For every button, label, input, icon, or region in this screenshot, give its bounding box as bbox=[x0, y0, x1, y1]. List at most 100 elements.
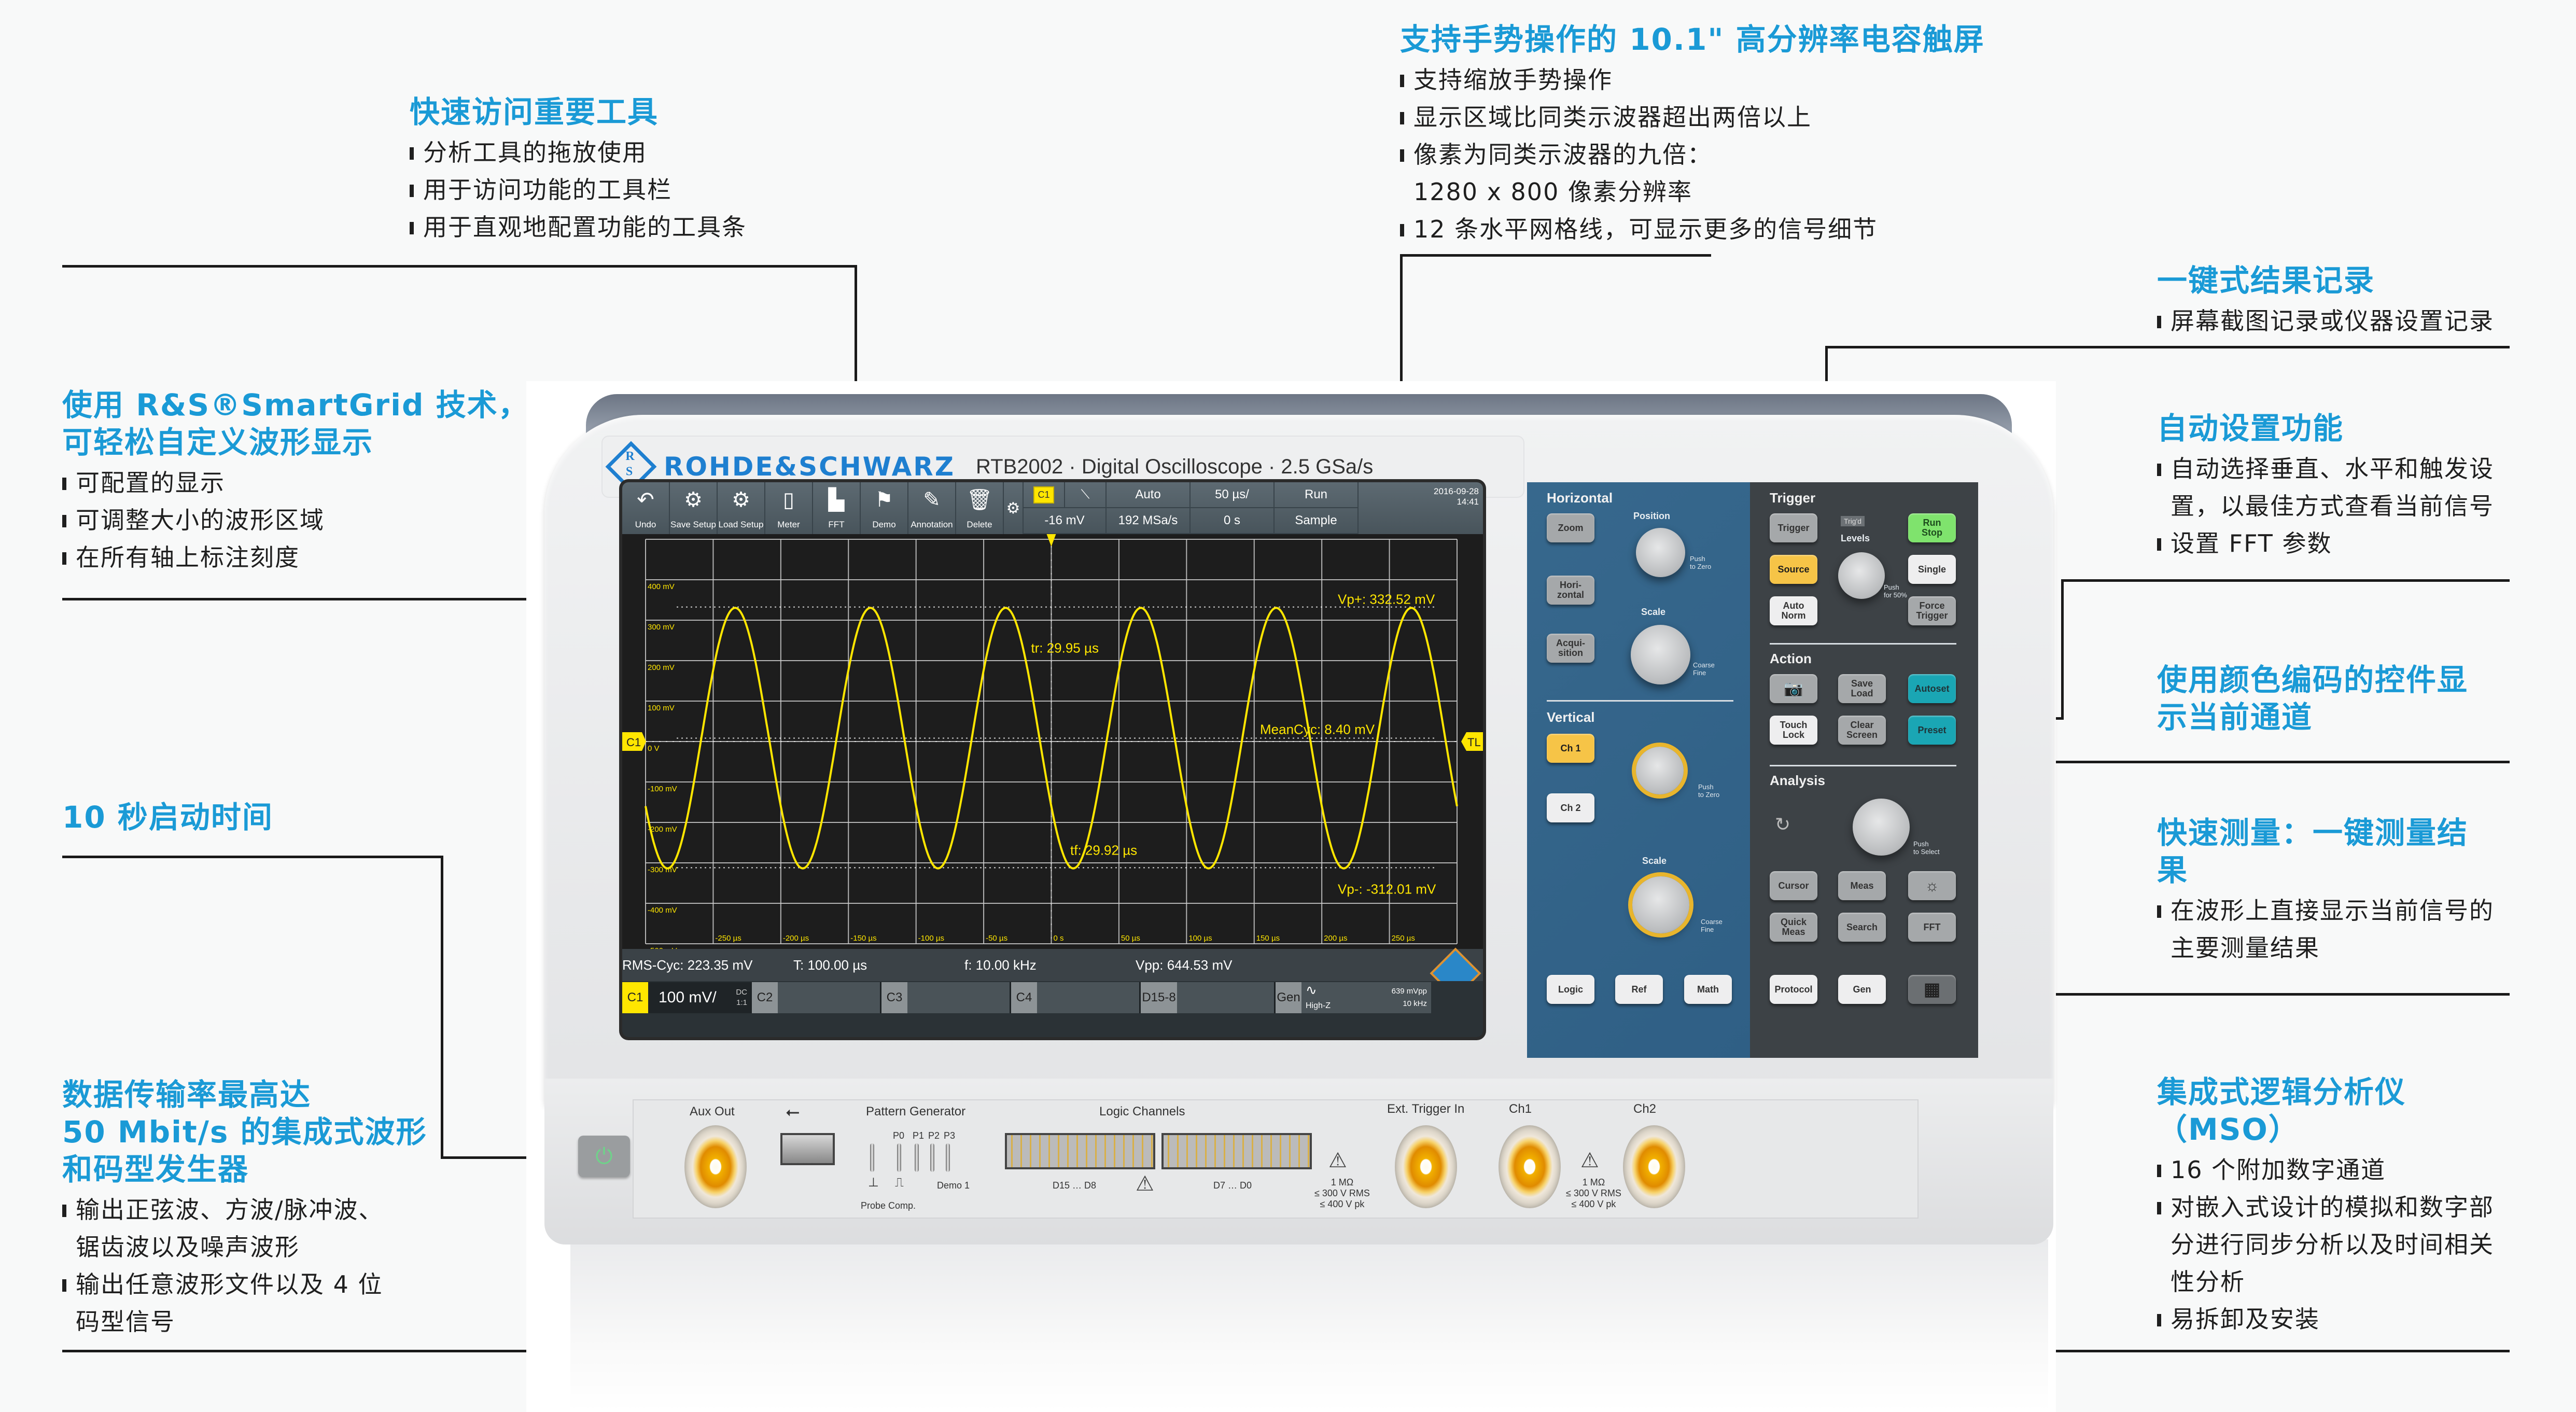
single-button[interactable]: Single bbox=[1908, 555, 1956, 584]
toolbar-meter[interactable]: ▯ Meter bbox=[765, 482, 813, 534]
channel-c1[interactable]: C1 100 mV/ DC 1:1 bbox=[622, 982, 752, 1013]
toolbar-load-setup[interactable]: ⚙ Load Setup bbox=[718, 482, 765, 534]
ref-button[interactable]: Ref bbox=[1615, 975, 1663, 1004]
waveform-plot[interactable]: -250 µs -200 µs -150 µs -100 µs -50 µs 0 s 50 … bbox=[622, 534, 1483, 949]
touchscreen[interactable]: ↶ Undo ⚙ Save Setup ⚙ Load Setup ▯ Meter… bbox=[622, 482, 1483, 1037]
run-stop-button[interactable]: Run Stop bbox=[1908, 513, 1956, 542]
callout-smartgrid: 使用 R&S®SmartGrid 技术， 可轻松自定义波形显示 可配置的显示 可… bbox=[62, 386, 529, 576]
math-button[interactable]: Math bbox=[1684, 975, 1732, 1004]
ch2-button[interactable]: Ch 2 bbox=[1547, 793, 1594, 822]
pattern-pin-p2[interactable] bbox=[930, 1143, 934, 1172]
fft-button[interactable]: FFT bbox=[1908, 913, 1956, 942]
universal-knob[interactable] bbox=[1853, 799, 1910, 856]
toolbar-annotation[interactable]: ✎ Annotation bbox=[908, 482, 956, 534]
brightness-button[interactable]: ☼ bbox=[1908, 871, 1956, 900]
ch1-offset-marker-label: C1 bbox=[626, 736, 641, 749]
status-sample-rate[interactable]: 192 MSa/s bbox=[1107, 508, 1191, 534]
vertical-position-knob[interactable] bbox=[1636, 747, 1684, 794]
trigger-level-knob[interactable] bbox=[1838, 552, 1885, 599]
channel-d15-8[interactable]: D15-8 bbox=[1141, 982, 1276, 1013]
aux-out-label: Aux Out bbox=[690, 1105, 735, 1119]
channel-c3[interactable]: C3 bbox=[881, 982, 1011, 1013]
probe-comp-ground-pin[interactable] bbox=[870, 1143, 874, 1172]
force-trigger-button[interactable]: Force Trigger bbox=[1908, 596, 1956, 625]
callout-title: 支持手势操作的 10.1" 高分辨率电容触屏 bbox=[1400, 22, 1985, 57]
horizontal-button[interactable]: Hori- zontal bbox=[1547, 576, 1594, 605]
position-knob[interactable] bbox=[1636, 528, 1685, 577]
aux-out-connector[interactable] bbox=[684, 1125, 747, 1208]
brightness-icon: ☼ bbox=[1925, 877, 1939, 894]
menu-button[interactable]: ▦ bbox=[1908, 975, 1956, 1004]
toolbar-save-setup[interactable]: ⚙ Save Setup bbox=[670, 482, 718, 534]
touch-lock-button[interactable]: Touch Lock bbox=[1770, 716, 1817, 745]
source-button[interactable]: Source bbox=[1770, 555, 1817, 584]
gen-frequency: 10 kHz bbox=[1403, 999, 1427, 1008]
callout-title: 50 Mbit/s 的集成式波形 bbox=[62, 1114, 427, 1150]
logic-button[interactable]: Logic bbox=[1547, 975, 1594, 1004]
gen-button[interactable]: Gen bbox=[1838, 975, 1886, 1004]
search-button[interactable]: Search bbox=[1838, 913, 1886, 942]
horizontal-scale-knob[interactable] bbox=[1631, 625, 1690, 684]
divider bbox=[1770, 643, 1956, 645]
toolbar-label: Delete bbox=[967, 520, 992, 529]
model-line: RTB2002 · Digital Oscilloscope · 2.5 GSa… bbox=[976, 455, 1374, 478]
callout-item: 用于直观地配置功能的工具条 bbox=[410, 208, 747, 246]
gen-impedance: High-Z bbox=[1306, 1001, 1331, 1010]
status-time-offset[interactable]: 0 s bbox=[1191, 508, 1275, 534]
meas-button[interactable]: Meas bbox=[1838, 871, 1886, 900]
pattern-pin-p3[interactable] bbox=[946, 1143, 950, 1172]
status-trigger-mode[interactable]: Auto bbox=[1107, 482, 1191, 508]
x-tick-label: 0 s bbox=[1054, 934, 1064, 943]
usb-port[interactable] bbox=[780, 1133, 835, 1165]
status-trigger-level[interactable]: -16 mV bbox=[1024, 508, 1107, 534]
ch1-button[interactable]: Ch 1 bbox=[1547, 734, 1594, 763]
screenshot-button[interactable]: 📷 bbox=[1770, 674, 1817, 703]
toolbar-fft[interactable]: ▙ FFT bbox=[813, 482, 861, 534]
status-slope[interactable]: ⟍ bbox=[1065, 482, 1107, 508]
y-tick-label: 0 V bbox=[648, 744, 660, 753]
toolbar-demo[interactable]: ⚑ Demo bbox=[861, 482, 908, 534]
autoset-button[interactable]: Autoset bbox=[1908, 674, 1956, 703]
quick-meas-button[interactable]: Quick Meas bbox=[1770, 913, 1817, 942]
status-channel[interactable]: C1 bbox=[1024, 482, 1065, 508]
screen-toolbar: ↶ Undo ⚙ Save Setup ⚙ Load Setup ▯ Meter… bbox=[622, 482, 1483, 534]
x-tick-label: -50 µs bbox=[986, 934, 1007, 943]
callout-item: 输出正弦波、方波/脉冲波、 bbox=[62, 1191, 427, 1228]
callout-title: 快速访问重要工具 bbox=[410, 94, 659, 130]
pattern-pin-p0[interactable] bbox=[897, 1143, 901, 1172]
save-load-button[interactable]: Save Load bbox=[1838, 674, 1886, 703]
logic-connector-d7-d0[interactable] bbox=[1161, 1133, 1312, 1169]
status-run[interactable]: Run bbox=[1275, 482, 1359, 508]
meas-vpp: Vpp: 644.53 mV bbox=[1136, 957, 1233, 973]
logic-connector-d15-d8[interactable] bbox=[1005, 1133, 1155, 1169]
callout-item: 主要测量结果 bbox=[2171, 934, 2320, 962]
toolbar-undo[interactable]: ↶ Undo bbox=[622, 482, 670, 534]
ext-trigger-connector[interactable] bbox=[1395, 1125, 1457, 1208]
callout-generator: 数据传输率最高达 50 Mbit/s 的集成式波形 和码型发生器 输出正弦波、方… bbox=[62, 1076, 427, 1340]
power-button[interactable]: ⏻ bbox=[578, 1136, 630, 1177]
preset-button[interactable]: Preset bbox=[1908, 716, 1956, 745]
channel-c2[interactable]: C2 bbox=[752, 982, 881, 1013]
protocol-button[interactable]: Protocol bbox=[1770, 975, 1817, 1004]
vertical-scale-knob[interactable] bbox=[1632, 876, 1689, 933]
toolbar-delete[interactable]: 🗑 Delete bbox=[956, 482, 1004, 534]
meas-period: T: 100.00 µs bbox=[793, 957, 867, 973]
trigger-button[interactable]: Trigger bbox=[1770, 513, 1817, 542]
toolbar-settings[interactable]: ⚙ bbox=[1004, 482, 1024, 534]
channel-gen[interactable]: Gen ∿ High-Z 639 mVpp 10 kHz bbox=[1276, 982, 1431, 1013]
auto-norm-button[interactable]: Auto Norm bbox=[1770, 596, 1817, 625]
x-tick-label: 200 µs bbox=[1324, 934, 1347, 943]
callout-touchscreen: 支持手势操作的 10.1" 高分辨率电容触屏 支持缩放手势操作 显示区域比同类示… bbox=[1400, 21, 1985, 248]
acquisition-button[interactable]: Acqui- sition bbox=[1547, 634, 1594, 663]
ch1-input-connector[interactable] bbox=[1499, 1125, 1561, 1208]
status-timebase[interactable]: 50 µs/ bbox=[1191, 482, 1275, 508]
zoom-button[interactable]: Zoom bbox=[1547, 513, 1594, 542]
channel-c4[interactable]: C4 bbox=[1011, 982, 1141, 1013]
callout-item: 屏幕截图记录或仪器设置记录 bbox=[2157, 302, 2494, 340]
ch2-input-connector[interactable] bbox=[1623, 1125, 1685, 1208]
pattern-pin-p1[interactable] bbox=[915, 1143, 919, 1172]
cursor-button[interactable]: Cursor bbox=[1770, 871, 1817, 900]
ch-input-rating: 1 MΩ ≤ 300 V RMS ≤ 400 V pk bbox=[1566, 1177, 1621, 1209]
clear-screen-button[interactable]: Clear Screen bbox=[1838, 716, 1886, 745]
status-acq-mode[interactable]: Sample bbox=[1275, 508, 1359, 534]
